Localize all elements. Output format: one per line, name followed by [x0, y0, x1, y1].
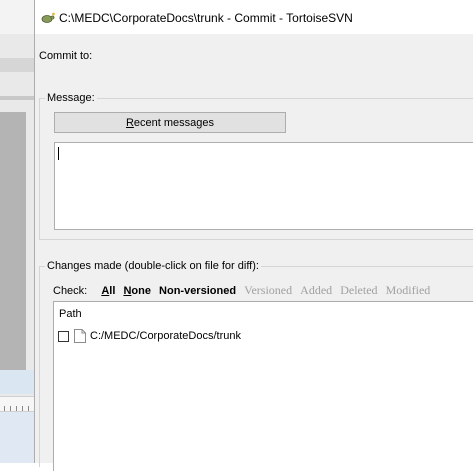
changes-group: Changes made (double-click on file for d… [39, 260, 473, 471]
background-band [0, 58, 34, 72]
title-bar[interactable]: C:\MEDC\CorporateDocs\trunk - Commit - T… [35, 0, 473, 34]
commit-message-input[interactable] [54, 142, 473, 230]
file-path: C:/MEDC/CorporateDocs/trunk [90, 330, 241, 342]
tortoisesvn-icon [41, 12, 55, 23]
check-label: Check: [53, 285, 88, 297]
changes-group-label: Changes made (double-click on file for d… [45, 260, 261, 272]
background-canvas [0, 112, 26, 370]
message-group-label: Message: [45, 92, 97, 104]
recent-messages-button[interactable]: Recent messages [54, 112, 286, 133]
commit-to-label: Commit to: [39, 50, 93, 62]
check-none-link[interactable]: None [123, 285, 151, 297]
file-icon [74, 329, 86, 343]
check-versioned-link: Versioned [244, 283, 293, 297]
background-ruler [0, 396, 34, 412]
file-checkbox[interactable] [58, 331, 69, 342]
background-footer [0, 412, 34, 463]
check-added-link: Added [300, 283, 333, 297]
check-all-link[interactable]: All [101, 285, 115, 297]
check-modified-link: Modified [385, 283, 431, 297]
changes-list[interactable]: Path C:/MEDC/CorporateDocs/trunk [53, 301, 473, 471]
window-title: C:\MEDC\CorporateDocs\trunk - Commit - T… [59, 11, 353, 25]
background-selection [0, 370, 34, 394]
check-non-versioned-link[interactable]: Non-versioned [159, 285, 236, 297]
message-group: Message: Recent messages [39, 92, 473, 240]
column-header-path[interactable]: Path [59, 308, 82, 320]
text-caret [58, 147, 59, 160]
check-filter-row: Check: All None Non-versioned Versioned … [53, 283, 435, 298]
background-divider [0, 96, 34, 100]
check-deleted-link: Deleted [340, 283, 378, 297]
commit-dialog: C:\MEDC\CorporateDocs\trunk - Commit - T… [34, 0, 473, 471]
background-toolbar [0, 0, 34, 34]
